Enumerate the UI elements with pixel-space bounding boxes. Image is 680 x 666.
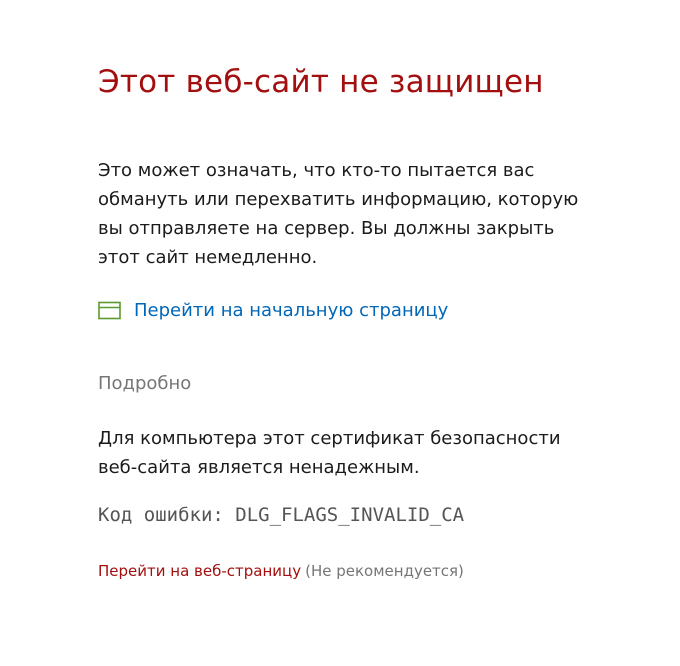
continue-line: Перейти на веб-страницу (Не рекомендуется… bbox=[98, 562, 464, 580]
browser-window-icon bbox=[98, 301, 121, 320]
home-link-label: Перейти на начальную страницу bbox=[134, 300, 449, 321]
details-toggle[interactable]: Подробно bbox=[98, 373, 191, 394]
not-recommended-note: (Не рекомендуется) bbox=[305, 562, 464, 580]
page-title: Этот веб-сайт не защищен bbox=[98, 64, 544, 100]
error-description: Это может означать, что кто-то пытается … bbox=[98, 160, 579, 268]
error-code-line: Код ошибки: DLG_FLAGS_INVALID_CA bbox=[98, 504, 464, 526]
continue-to-webpage-link[interactable]: Перейти на веб-страницу bbox=[98, 562, 301, 580]
details-text: Для компьютера этот сертификат безопасно… bbox=[98, 428, 561, 478]
error-code-label: Код ошибки: bbox=[98, 504, 224, 526]
home-page-link[interactable]: Перейти на начальную страницу bbox=[98, 300, 448, 321]
error-code-value: DLG_FLAGS_INVALID_CA bbox=[235, 504, 465, 526]
